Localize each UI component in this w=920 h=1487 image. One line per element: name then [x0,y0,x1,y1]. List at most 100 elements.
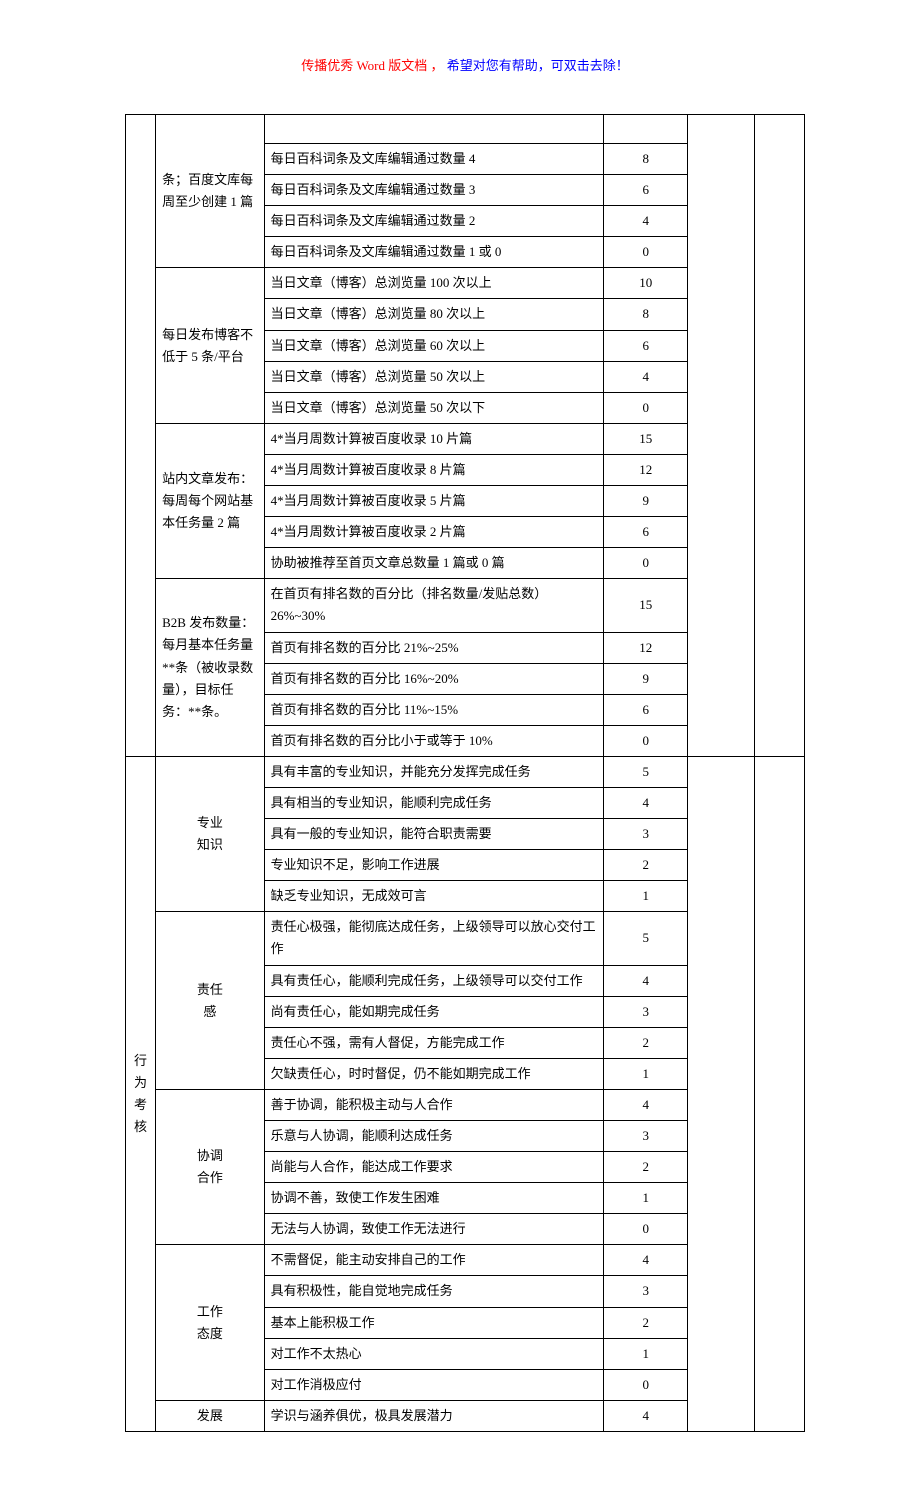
criteria-score: 1 [604,1338,688,1369]
table-row: 条；百度文库每周至少创建 1 篇 [126,115,805,144]
criteria-label-text: 专业 知识 [197,815,223,852]
criteria-score: 4 [604,965,688,996]
blank-cell [688,756,754,1431]
criteria-score: 5 [604,756,688,787]
criteria-score: 0 [604,1369,688,1400]
criteria-score: 3 [604,996,688,1027]
criteria-desc: 善于协调，能积极主动与人合作 [264,1089,604,1120]
criteria-score: 12 [604,454,688,485]
criteria-desc: 责任心不强，需有人督促，方能完成工作 [264,1027,604,1058]
criteria-desc: 首页有排名数的百分比 21%~25% [264,632,604,663]
criteria-score: 9 [604,663,688,694]
criteria-score: 8 [604,299,688,330]
criteria-score: 3 [604,819,688,850]
blank-cell [754,115,804,757]
criteria-desc: 每日百科词条及文库编辑通过数量 4 [264,144,604,175]
criteria-score: 6 [604,175,688,206]
criteria-label: 协调 合作 [156,1089,264,1244]
criteria-desc: 当日文章（博客）总浏览量 60 次以上 [264,330,604,361]
criteria-label: 发展 [156,1400,264,1431]
criteria-score: 0 [604,392,688,423]
criteria-score: 1 [604,881,688,912]
criteria-score: 12 [604,632,688,663]
criteria-desc: 欠缺责任心，时时督促，仍不能如期完成工作 [264,1058,604,1089]
criteria-score: 15 [604,579,688,632]
criteria-desc: 协调不善，致使工作发生困难 [264,1183,604,1214]
criteria-label: 专业 知识 [156,756,264,911]
assessment-table: 条；百度文库每周至少创建 1 篇 每日百科词条及文库编辑通过数量 4 8 每日百… [125,114,805,1432]
header-part2: 希望对您有帮助，可双击去除！ [447,58,629,73]
criteria-score [604,115,688,144]
criteria-score: 2 [604,1027,688,1058]
criteria-desc [264,115,604,144]
criteria-desc: 不需督促，能主动安排自己的工作 [264,1245,604,1276]
page: 传播优秀 Word 版文档 ， 希望对您有帮助，可双击去除！ 条；百度文库每周至… [0,0,920,1487]
criteria-score: 1 [604,1183,688,1214]
criteria-desc: 每日百科词条及文库编辑通过数量 2 [264,206,604,237]
criteria-desc: 首页有排名数的百分比小于或等于 10% [264,725,604,756]
criteria-score: 0 [604,237,688,268]
criteria-score: 6 [604,517,688,548]
criteria-desc: 缺乏专业知识，无成效可言 [264,881,604,912]
criteria-desc: 首页有排名数的百分比 11%~15% [264,694,604,725]
criteria-desc: 每日百科词条及文库编辑通过数量 1 或 0 [264,237,604,268]
criteria-score: 5 [604,912,688,965]
criteria-score: 10 [604,268,688,299]
criteria-score: 1 [604,1058,688,1089]
criteria-desc: 无法与人协调，致使工作无法进行 [264,1214,604,1245]
category-label: 行 为 考 核 [134,1053,147,1134]
criteria-desc: 基本上能积极工作 [264,1307,604,1338]
criteria-desc: 协助被推荐至首页文章总数量 1 篇或 0 篇 [264,548,604,579]
criteria-label-text: 工作 态度 [197,1304,223,1341]
criteria-score: 0 [604,548,688,579]
criteria-score: 0 [604,1214,688,1245]
criteria-label: 责任 感 [156,912,264,1090]
criteria-label: 每日发布博客不低于 5 条/平台 [156,268,264,423]
criteria-label-text: 责任 感 [197,982,223,1019]
criteria-desc: 专业知识不足，影响工作进展 [264,850,604,881]
criteria-score: 15 [604,423,688,454]
criteria-desc: 尚能与人合作，能达成工作要求 [264,1152,604,1183]
header-part1: 传播优秀 Word 版文档 ， [301,58,443,73]
criteria-label: 站内文章发布：每周每个网站基本任务量 2 篇 [156,423,264,578]
criteria-desc: 具有丰富的专业知识，并能充分发挥完成任务 [264,756,604,787]
criteria-desc: 乐意与人协调，能顺利达成任务 [264,1121,604,1152]
criteria-score: 8 [604,144,688,175]
criteria-score: 4 [604,361,688,392]
criteria-desc: 4*当月周数计算被百度收录 8 片篇 [264,454,604,485]
criteria-desc: 每日百科词条及文库编辑通过数量 3 [264,175,604,206]
criteria-desc: 具有积极性，能自觉地完成任务 [264,1276,604,1307]
criteria-label-text: 协调 合作 [197,1148,223,1185]
criteria-desc: 具有相当的专业知识，能顺利完成任务 [264,787,604,818]
criteria-desc: 具有一般的专业知识，能符合职责需要 [264,819,604,850]
criteria-label: 条；百度文库每周至少创建 1 篇 [156,115,264,268]
category-cell [126,115,156,757]
criteria-desc: 对工作不太热心 [264,1338,604,1369]
criteria-desc: 当日文章（博客）总浏览量 100 次以上 [264,268,604,299]
criteria-desc: 对工作消极应付 [264,1369,604,1400]
criteria-score: 3 [604,1121,688,1152]
criteria-score: 2 [604,850,688,881]
blank-cell [754,756,804,1431]
criteria-desc: 4*当月周数计算被百度收录 5 片篇 [264,486,604,517]
criteria-score: 2 [604,1307,688,1338]
criteria-score: 4 [604,206,688,237]
criteria-label: B2B 发布数量：每月基本任务量 **条（被收录数量），目标任务：**条。 [156,579,264,757]
header-note: 传播优秀 Word 版文档 ， 希望对您有帮助，可双击去除！ [125,55,805,74]
criteria-desc: 当日文章（博客）总浏览量 80 次以上 [264,299,604,330]
criteria-desc: 学识与涵养俱优，极具发展潜力 [264,1400,604,1431]
criteria-desc: 4*当月周数计算被百度收录 2 片篇 [264,517,604,548]
criteria-score: 4 [604,787,688,818]
criteria-score: 4 [604,1089,688,1120]
criteria-score: 3 [604,1276,688,1307]
criteria-desc: 4*当月周数计算被百度收录 10 片篇 [264,423,604,454]
criteria-score: 0 [604,725,688,756]
criteria-desc: 具有责任心，能顺利完成任务，上级领导可以交付工作 [264,965,604,996]
criteria-label: 工作 态度 [156,1245,264,1400]
criteria-desc: 当日文章（博客）总浏览量 50 次以上 [264,361,604,392]
criteria-score: 9 [604,486,688,517]
criteria-desc: 当日文章（博客）总浏览量 50 次以下 [264,392,604,423]
criteria-score: 2 [604,1152,688,1183]
criteria-desc: 责任心极强，能彻底达成任务，上级领导可以放心交付工作 [264,912,604,965]
criteria-desc: 尚有责任心，能如期完成任务 [264,996,604,1027]
